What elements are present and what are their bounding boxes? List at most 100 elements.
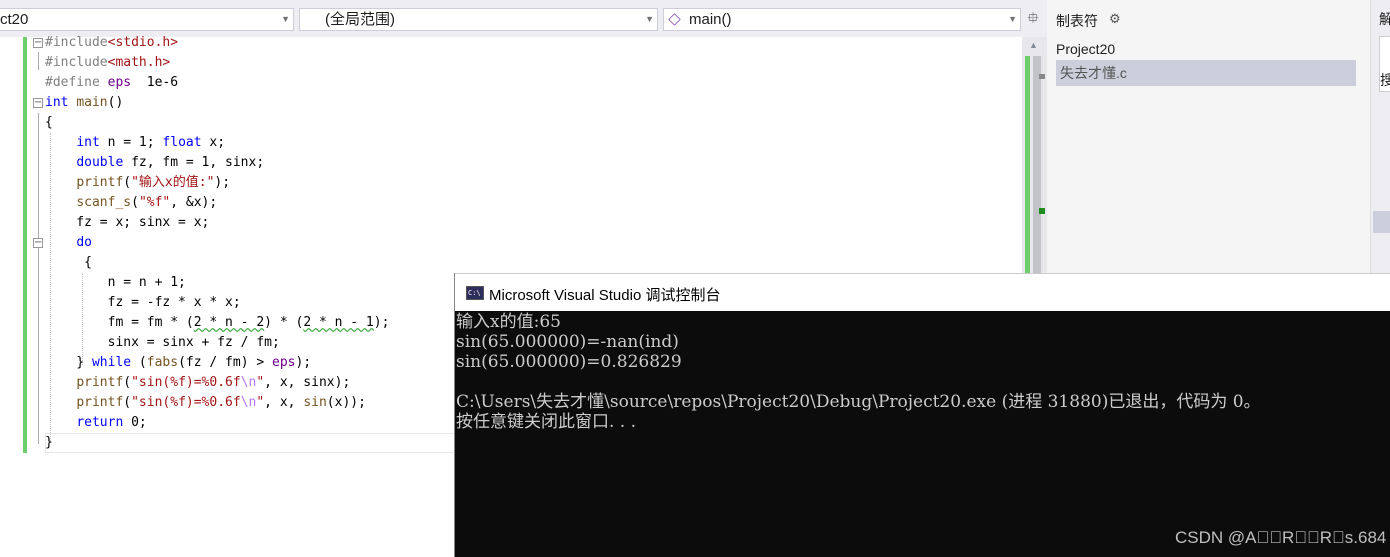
collapse-icon[interactable]: −	[33, 238, 43, 248]
code-line[interactable]: − do	[0, 233, 1022, 253]
code-token: "	[256, 375, 265, 390]
function-dropdown-value: main()	[689, 11, 732, 28]
selected-item[interactable]	[1373, 211, 1390, 233]
code-token: \n	[240, 375, 257, 390]
console-line: sin(65.000000)=-nan(ind)	[456, 332, 679, 352]
code-text: }	[45, 433, 53, 453]
code-line[interactable]: int n = 1; float x;	[0, 133, 1022, 153]
console-output[interactable]: 输入x的值:65 sin(65.000000)=-nan(ind) sin(65…	[455, 311, 1390, 557]
code-token: int	[76, 135, 100, 150]
code-token: fm = fm * (	[45, 315, 194, 330]
code-line[interactable]: {	[0, 253, 1022, 273]
scrollbar-thumb[interactable]	[1033, 56, 1041, 292]
code-text: fz = -fz * x * x;	[45, 293, 241, 313]
code-text: n = n + 1;	[45, 273, 186, 293]
console-app-icon: C:\	[466, 286, 484, 300]
code-token: "	[256, 395, 265, 410]
project-dropdown-value: ct20	[0, 11, 29, 28]
code-line[interactable]: − #include<stdio.h>	[0, 33, 1022, 53]
code-token: "sin(%f)=%0.6f	[131, 395, 241, 410]
code-text: scanf_s("%f", &x);	[45, 193, 217, 213]
collapse-icon[interactable]: −	[33, 98, 43, 108]
code-line[interactable]: #include<math.h>	[0, 53, 1022, 73]
code-text: printf("sin(%f)=%0.6f\n", x, sinx);	[45, 373, 350, 393]
console-line: C:\Users\失去才懂\source\repos\Project20\Deb…	[456, 392, 1261, 412]
split-window-icon[interactable]: ⯐	[1026, 10, 1040, 28]
navigation-bar: ct20 ▼ (全局范围) ▼ main() ▼ ⯐	[0, 0, 1047, 37]
project-dropdown[interactable]: ct20 ▼	[0, 8, 294, 31]
code-token: (	[123, 375, 132, 390]
code-line[interactable]: {	[0, 113, 1022, 133]
code-token: }	[45, 355, 92, 370]
console-line: 按任意键关闭此窗口. . .	[456, 412, 637, 432]
code-token: , x, sinx);	[264, 375, 351, 390]
chevron-down-icon: ▼	[645, 14, 654, 24]
code-token: while	[91, 355, 132, 370]
code-token: (fz / fm) >	[178, 355, 272, 370]
code-line[interactable]: fz = x; sinx = x;	[0, 213, 1022, 233]
code-line[interactable]: printf("输入x的值:");	[0, 173, 1022, 193]
code-token: );	[214, 175, 231, 190]
code-token: "sin(%f)=%0.6f	[131, 375, 241, 390]
panel-item-file[interactable]: 失去才懂.c	[1056, 60, 1356, 86]
code-line[interactable]: double fz, fm = 1, sinx;	[0, 153, 1022, 173]
code-token: , &x);	[170, 195, 218, 210]
scroll-up-icon[interactable]: ▲	[1029, 40, 1038, 50]
code-token: (	[123, 175, 132, 190]
code-token: n = n + 1;	[45, 275, 186, 290]
code-token: sinx = sinx + fz / fm;	[45, 335, 280, 350]
console-titlebar[interactable]: C:\ Microsoft Visual Studio 调试控制台	[455, 273, 1390, 311]
code-token: (	[131, 195, 139, 210]
function-cube-icon	[668, 13, 681, 26]
debug-console-window: C:\ Microsoft Visual Studio 调试控制台 输入x的值:…	[454, 273, 1390, 557]
code-token: main	[76, 95, 108, 110]
code-line[interactable]: #define eps 1e-6	[0, 73, 1022, 93]
code-text: {	[45, 113, 53, 133]
code-token: #include	[45, 55, 108, 70]
code-text: fz = x; sinx = x;	[45, 213, 209, 233]
code-token: n = 1;	[99, 135, 163, 150]
code-text: fm = fm * (2 * n - 2) * (2 * n - 1);	[45, 313, 390, 333]
code-text: do	[45, 233, 92, 253]
change-indicator	[1025, 56, 1030, 292]
code-token: scanf_s	[76, 195, 132, 210]
code-token: printf	[76, 175, 124, 190]
code-text: int main()	[45, 93, 123, 113]
code-token: ) * (	[264, 315, 304, 330]
code-text: {	[45, 253, 92, 273]
code-token: x;	[201, 135, 226, 150]
collapse-icon[interactable]: −	[33, 38, 43, 48]
scope-dropdown[interactable]: (全局范围) ▼	[299, 8, 658, 31]
code-token: fabs	[146, 355, 179, 370]
console-line: sin(65.000000)=0.826829	[456, 352, 682, 372]
code-line[interactable]: scanf_s("%f", &x);	[0, 193, 1022, 213]
code-token: printf	[76, 395, 124, 410]
scroll-marker	[1039, 74, 1045, 79]
code-token: \n	[240, 395, 257, 410]
console-line: 输入x的值:65	[456, 312, 561, 332]
code-token: eps	[272, 355, 296, 370]
code-token: int	[45, 95, 69, 110]
console-title: Microsoft Visual Studio 调试控制台	[489, 287, 721, 304]
code-text: printf("sin(%f)=%0.6f\n", x, sin(x));	[45, 393, 366, 413]
code-token: float	[162, 135, 202, 150]
code-line[interactable]: − int main()	[0, 93, 1022, 113]
code-token: {	[45, 255, 92, 270]
function-dropdown[interactable]: main() ▼	[663, 8, 1021, 31]
code-token: 0;	[123, 415, 147, 430]
code-token: );	[295, 355, 312, 370]
code-token: 1e-6	[131, 75, 179, 90]
code-token: 2 * n - 1	[303, 315, 374, 330]
code-token: printf	[76, 375, 124, 390]
solution-explorer-title: 解	[1379, 11, 1390, 27]
code-token: #include	[45, 35, 108, 50]
panel-item-project[interactable]: Project20	[1056, 41, 1115, 57]
code-token: 2 * n - 2	[193, 315, 265, 330]
gear-icon[interactable]: ⚙	[1109, 11, 1121, 27]
code-text: return 0;	[45, 413, 147, 433]
